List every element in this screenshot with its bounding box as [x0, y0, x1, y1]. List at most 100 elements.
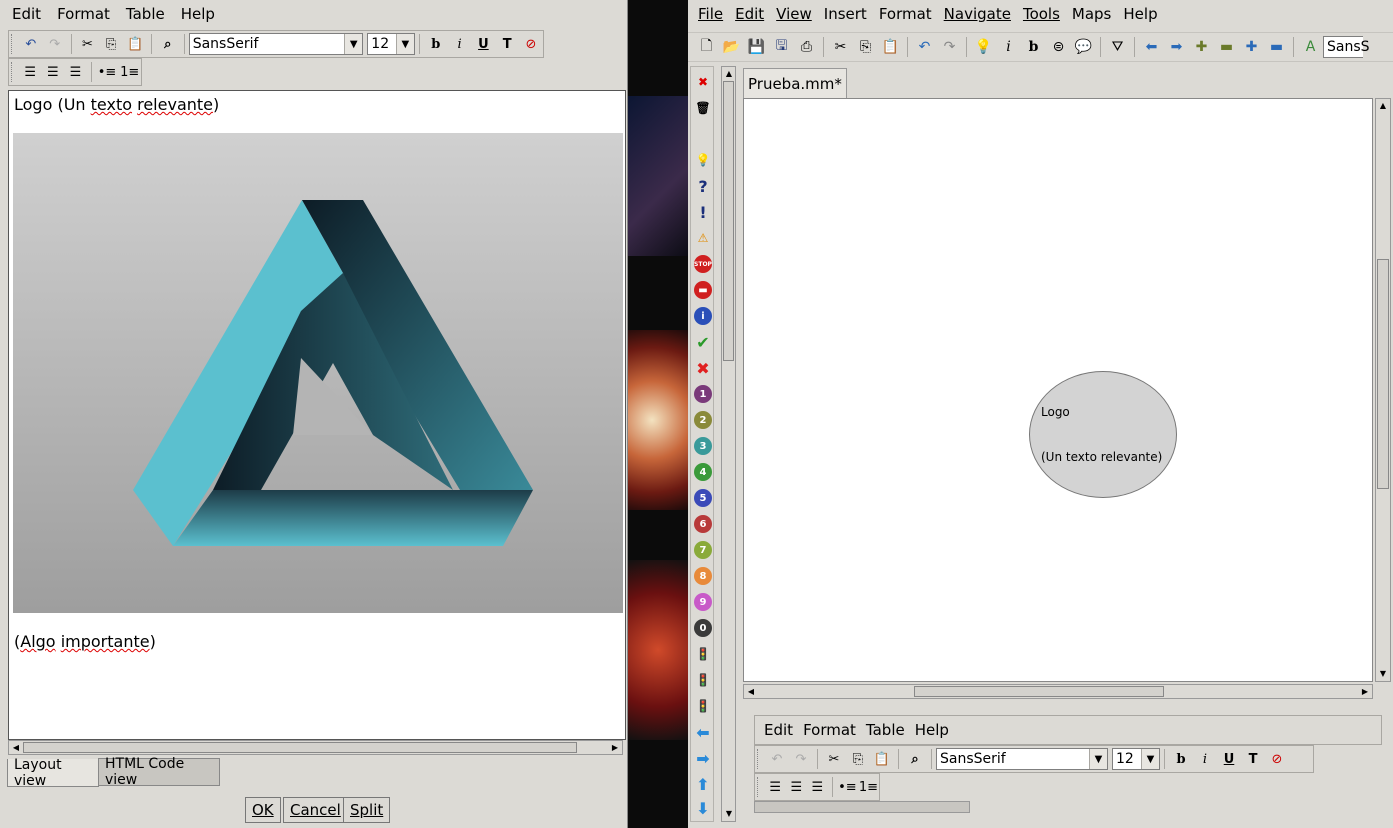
new-file-icon[interactable]: 🗋	[694, 35, 719, 60]
lightbulb-icon[interactable]: 💡	[971, 35, 996, 60]
trash-icon[interactable]: 🗑	[694, 99, 712, 117]
scroll-thumb[interactable]	[723, 81, 734, 361]
mindmap-node-logo[interactable]: Logo (Un texto relevante)	[1029, 371, 1177, 498]
remove-icon[interactable]: ✖	[694, 73, 712, 91]
redo-icon[interactable]: ↷	[43, 32, 67, 56]
paste-icon[interactable]: 📋	[870, 747, 894, 771]
scroll-up-icon[interactable]: ▲	[1376, 99, 1390, 112]
save-icon[interactable]: 💾	[744, 35, 769, 60]
toolbar-grip[interactable]	[757, 777, 761, 797]
copy-icon[interactable]: ⎘	[853, 35, 878, 60]
align-right-icon[interactable]: ☰	[807, 775, 828, 799]
arrow-down-icon[interactable]: ⬇	[694, 799, 712, 818]
traffic-light-green-icon[interactable]: 🚦	[694, 697, 712, 715]
menu-navigate[interactable]: Navigate	[938, 0, 1017, 28]
cut-icon[interactable]: ✂	[76, 32, 100, 56]
menu-format[interactable]: Format	[873, 0, 938, 28]
font-family-select[interactable]: SansS	[1323, 36, 1370, 58]
menu-tools[interactable]: Tools	[1017, 0, 1066, 28]
scroll-thumb[interactable]	[1377, 259, 1389, 489]
copy-icon[interactable]: ⎘	[99, 32, 123, 56]
comment-icon[interactable]: 💬	[1071, 35, 1096, 60]
scroll-thumb[interactable]	[914, 686, 1164, 697]
font-family-select[interactable]: SansSerif ▼	[188, 33, 364, 55]
tab-layout-view[interactable]: Layout view	[7, 757, 99, 789]
arrow-right-icon[interactable]: ➡	[1164, 35, 1189, 60]
menu-help[interactable]: Help	[173, 0, 223, 28]
bold-icon[interactable]: b	[1021, 35, 1046, 60]
minus-green-icon[interactable]: ▬	[1214, 35, 1239, 60]
clear-format-icon[interactable]: ⊘	[1265, 747, 1289, 771]
note-font-size-select[interactable]: 12 ▼	[1112, 748, 1160, 770]
copy-icon[interactable]: ⎘	[846, 747, 870, 771]
priority-5-icon[interactable]: 5	[694, 489, 712, 507]
menu-edit[interactable]: Edit	[4, 0, 49, 28]
arrow-left-icon[interactable]: ⬅	[1139, 35, 1164, 60]
bold-icon[interactable]: b	[424, 32, 448, 56]
toolbar-grip[interactable]	[11, 34, 15, 54]
map-horizontal-scrollbar[interactable]: ◀ ▶	[743, 684, 1373, 699]
arrow-right-icon[interactable]: ➡	[694, 749, 712, 768]
text-color-icon[interactable]: T	[495, 32, 519, 56]
chevron-down-icon[interactable]: ▼	[1141, 749, 1159, 769]
undo-icon[interactable]: ↶	[912, 35, 937, 60]
priority-0-icon[interactable]: 0	[694, 619, 712, 637]
traffic-light-yellow-icon[interactable]: 🚦	[694, 671, 712, 689]
menu-help[interactable]: Help	[1117, 0, 1163, 28]
priority-2-icon[interactable]: 2	[694, 411, 712, 429]
bold-icon[interactable]: b	[1169, 747, 1193, 771]
cut-icon[interactable]: ✂	[822, 747, 846, 771]
tab-html-code-view[interactable]: HTML Code view	[98, 756, 220, 788]
print-icon[interactable]: ⎙	[794, 35, 819, 60]
paste-icon[interactable]: 📋	[878, 35, 903, 60]
open-file-icon[interactable]: 📂	[719, 35, 744, 60]
toolbar-grip[interactable]	[757, 749, 761, 769]
note-menu-format[interactable]: Format	[798, 716, 861, 744]
numbered-list-icon[interactable]: 1≡	[858, 775, 879, 799]
rich-text-editor[interactable]: Logo (Un texto relevante) (Algo importan…	[8, 90, 626, 740]
redo-icon[interactable]: ↷	[789, 747, 813, 771]
priority-4-icon[interactable]: 4	[694, 463, 712, 481]
cross-icon[interactable]: ✖	[694, 359, 712, 378]
icon-sidebar-scrollbar[interactable]: ▲ ▼	[721, 66, 736, 822]
paste-icon[interactable]: 📋	[123, 32, 147, 56]
checkmark-icon[interactable]: ✔	[694, 333, 712, 352]
scroll-left-icon[interactable]: ◀	[9, 741, 23, 754]
scroll-thumb[interactable]	[23, 742, 577, 753]
scroll-down-icon[interactable]: ▼	[1376, 667, 1390, 680]
priority-1-icon[interactable]: 1	[694, 385, 712, 403]
arrow-up-icon[interactable]: ⬆	[694, 775, 712, 794]
cancel-button[interactable]: Cancel	[283, 797, 348, 823]
note-tab-strip[interactable]	[754, 801, 970, 813]
filter-icon[interactable]: ⛛	[1105, 35, 1130, 60]
plus-blue-icon[interactable]: ✚	[1239, 35, 1264, 60]
text-color-icon[interactable]: T	[1241, 747, 1265, 771]
priority-8-icon[interactable]: 8	[694, 567, 712, 585]
menu-edit[interactable]: Edit	[729, 0, 770, 28]
italic-icon[interactable]: i	[1193, 747, 1217, 771]
numbered-list-icon[interactable]: 1≡	[118, 60, 141, 84]
menu-table[interactable]: Table	[118, 0, 173, 28]
menu-view[interactable]: View	[770, 0, 818, 28]
font-size-select[interactable]: 12 ▼	[367, 33, 415, 55]
exclamation-icon[interactable]: !	[694, 203, 712, 222]
map-vertical-scrollbar[interactable]: ▲ ▼	[1375, 98, 1391, 682]
editor-horizontal-scrollbar[interactable]: ◀ ▶	[8, 740, 623, 755]
chevron-down-icon[interactable]: ▼	[395, 34, 414, 54]
find-icon[interactable]: ⌕	[156, 32, 180, 56]
arrow-left-icon[interactable]: ⬅	[694, 723, 712, 742]
no-entry-icon[interactable]: ▬	[694, 281, 712, 299]
scroll-right-icon[interactable]: ▶	[608, 741, 622, 754]
priority-6-icon[interactable]: 6	[694, 515, 712, 533]
note-menu-edit[interactable]: Edit	[759, 716, 798, 744]
note-font-family-select[interactable]: SansSerif ▼	[936, 748, 1108, 770]
save-as-icon[interactable]: 🖫	[769, 35, 794, 60]
find-icon[interactable]: ⌕	[903, 747, 927, 771]
note-menu-table[interactable]: Table	[861, 716, 910, 744]
underline-icon[interactable]: U	[471, 32, 495, 56]
bullet-list-icon[interactable]: •≡	[96, 60, 119, 84]
note-menu-help[interactable]: Help	[910, 716, 954, 744]
priority-3-icon[interactable]: 3	[694, 437, 712, 455]
menu-file[interactable]: File	[692, 0, 729, 28]
italic-icon[interactable]: i	[448, 32, 472, 56]
